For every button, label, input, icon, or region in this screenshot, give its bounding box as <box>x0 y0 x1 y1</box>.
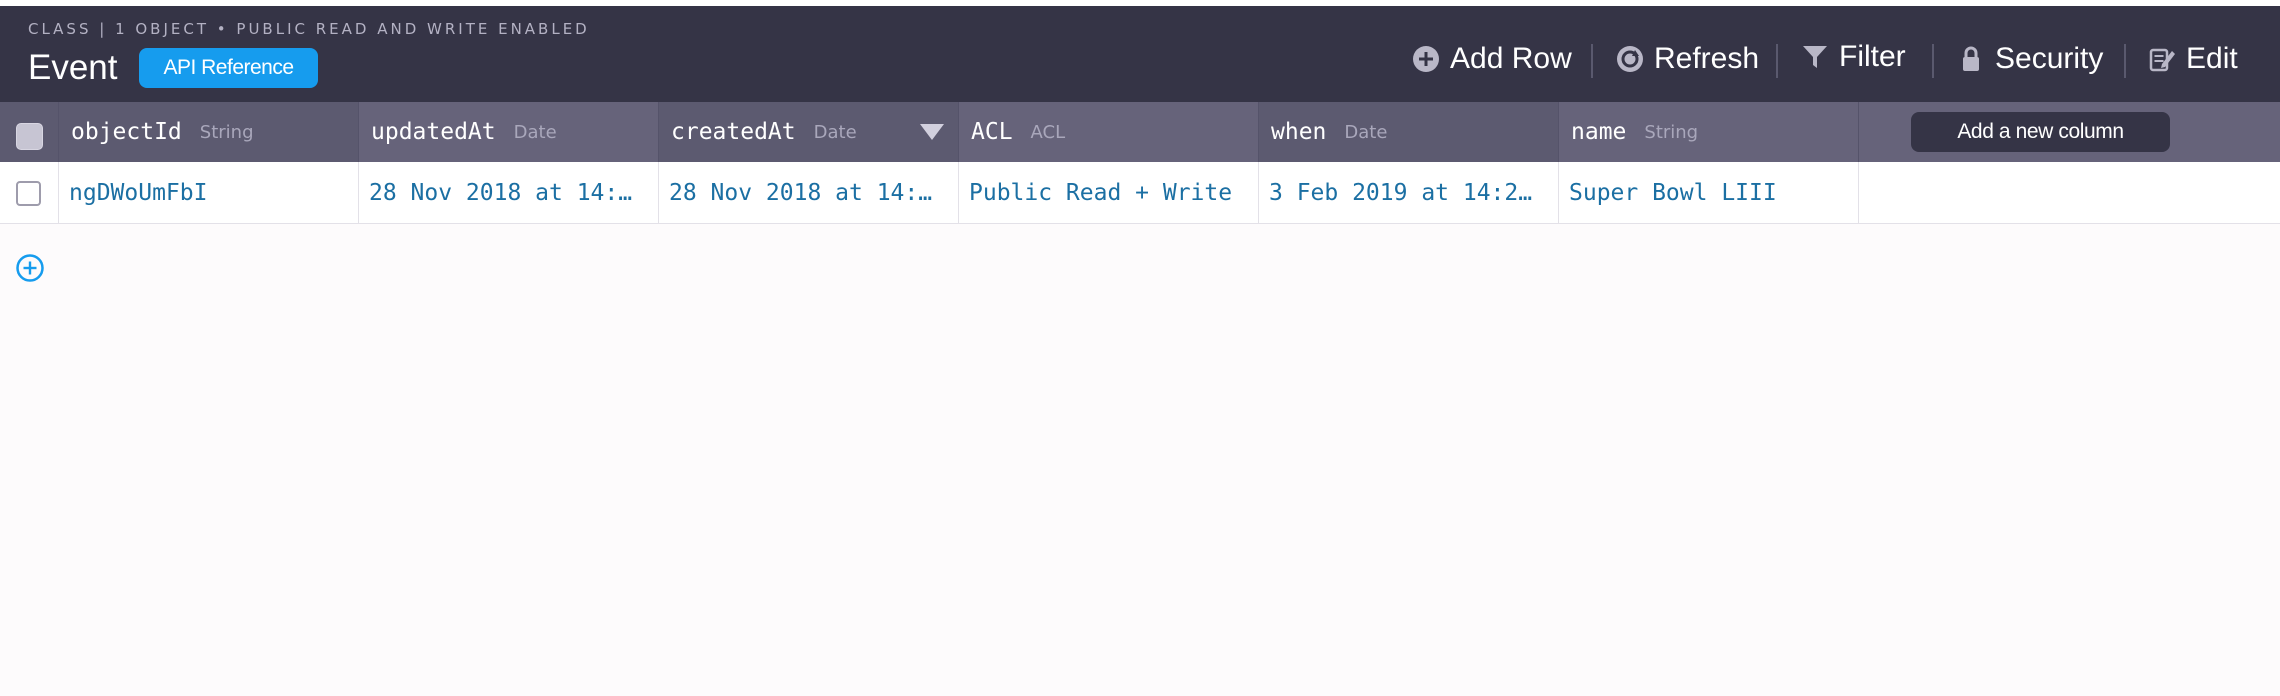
filter-button[interactable]: Filter <box>1801 32 1906 82</box>
column-name: updatedAt <box>371 119 496 145</box>
plus-circle-icon <box>1412 45 1440 73</box>
toolbar-divider <box>2124 44 2126 78</box>
add-row-button[interactable]: Add Row <box>1412 34 1572 84</box>
column-name: when <box>1271 119 1327 145</box>
table-row: ngDWoUmFbI 28 Nov 2018 at 14:… 28 Nov 20… <box>0 162 2280 224</box>
cell-when[interactable]: 3 Feb 2019 at 14:2… <box>1259 162 1559 224</box>
column-type: Date <box>1344 121 1388 143</box>
sort-descending-icon[interactable] <box>920 124 944 140</box>
add-column-button[interactable]: Add a new column <box>1911 112 2170 152</box>
cell-createdat[interactable]: 28 Nov 2018 at 14:… <box>659 162 959 224</box>
filter-label: Filter <box>1839 40 1906 73</box>
security-label: Security <box>1995 42 2104 75</box>
filter-icon <box>1801 43 1829 71</box>
column-type: Date <box>813 121 857 143</box>
lock-icon <box>1957 45 1985 73</box>
cell-acl[interactable]: Public Read + Write <box>959 162 1259 224</box>
add-row-label: Add Row <box>1450 42 1572 75</box>
cell-name[interactable]: Super Bowl LIII <box>1559 162 1859 224</box>
column-header-objectid[interactable]: objectId String <box>59 102 359 162</box>
toolbar-divider <box>1932 44 1934 78</box>
column-header-createdat[interactable]: createdAt Date <box>659 102 959 162</box>
class-title: Event <box>28 48 118 87</box>
column-header-name[interactable]: name String <box>1559 102 1859 162</box>
column-name: ACL <box>971 119 1013 145</box>
cell-objectid[interactable]: ngDWoUmFbI <box>59 162 359 224</box>
edit-icon <box>2148 45 2176 73</box>
refresh-icon <box>1616 45 1644 73</box>
column-header-row: objectId String updatedAt Date createdAt… <box>0 102 2280 162</box>
cell-updatedat[interactable]: 28 Nov 2018 at 14:… <box>359 162 659 224</box>
select-all-checkbox[interactable] <box>16 123 43 150</box>
edit-label: Edit <box>2186 42 2238 75</box>
plus-circle-icon <box>16 254 44 282</box>
refresh-label: Refresh <box>1654 42 1760 75</box>
api-reference-button[interactable]: API Reference <box>139 48 318 88</box>
toolbar-divider <box>1776 44 1778 78</box>
row-checkbox[interactable] <box>16 181 41 206</box>
class-subtitle: CLASS | 1 OBJECT • PUBLIC READ AND WRITE… <box>28 20 590 38</box>
edit-button[interactable]: Edit <box>2148 34 2238 84</box>
column-type: String <box>1644 121 1699 143</box>
row-select-cell <box>0 162 59 224</box>
column-name: objectId <box>71 119 182 145</box>
browser-header: CLASS | 1 OBJECT • PUBLIC READ AND WRITE… <box>0 6 2280 102</box>
add-row-inline-button[interactable] <box>15 253 45 283</box>
column-type: String <box>199 121 254 143</box>
refresh-button[interactable]: Refresh <box>1616 34 1759 84</box>
security-button[interactable]: Security <box>1957 34 2103 84</box>
column-type: ACL <box>1030 121 1066 143</box>
toolbar-divider <box>1591 44 1593 78</box>
column-header-updatedat[interactable]: updatedAt Date <box>359 102 659 162</box>
select-all-column <box>0 102 59 162</box>
column-type: Date <box>513 121 557 143</box>
column-header-acl[interactable]: ACL ACL <box>959 102 1259 162</box>
column-name: createdAt <box>671 119 796 145</box>
column-header-when[interactable]: when Date <box>1259 102 1559 162</box>
column-name: name <box>1571 119 1627 145</box>
